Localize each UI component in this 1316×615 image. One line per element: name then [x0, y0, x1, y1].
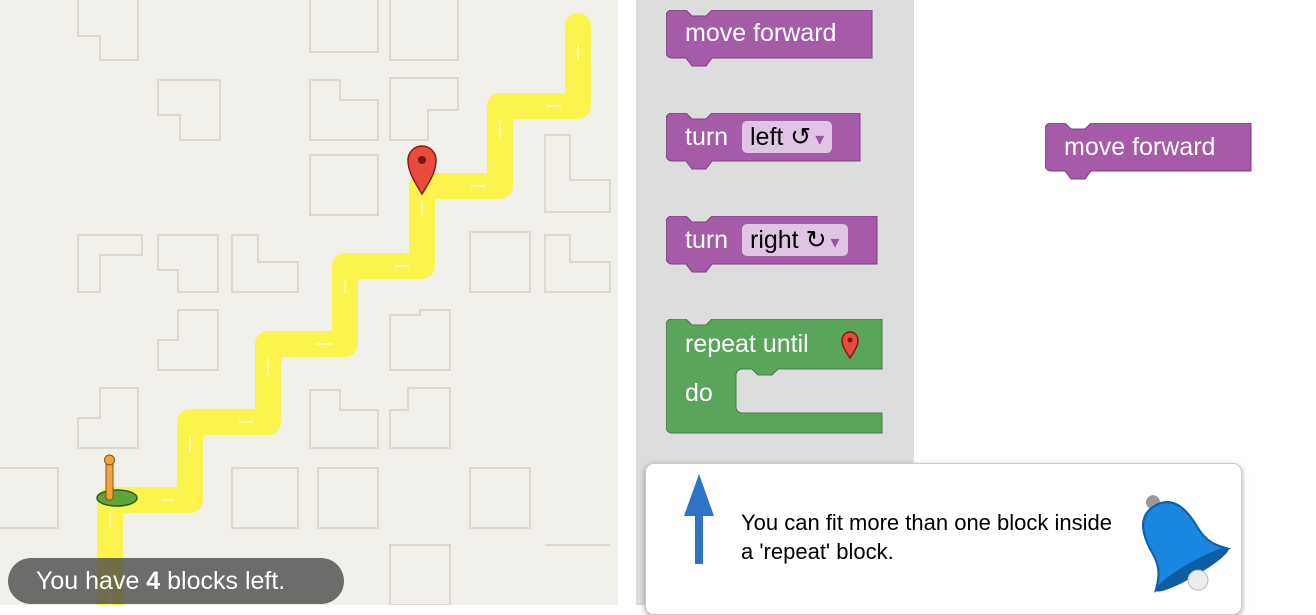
dropdown-value: left ↺	[750, 123, 812, 151]
background-tiles	[0, 0, 611, 605]
block-label: turn	[685, 123, 729, 151]
hint-text: You can fit more than one block inside a…	[741, 510, 1112, 564]
toolbox-repeat-until-block[interactable]: repeat until do	[666, 319, 884, 435]
counter-prefix: You have	[36, 567, 147, 595]
repeat-label: repeat until	[685, 330, 809, 358]
block-label: turn	[685, 226, 729, 254]
block-label: move forward	[1064, 133, 1216, 161]
block-label: move forward	[685, 19, 837, 47]
map-marker-icon	[841, 331, 859, 360]
up-arrow-icon	[684, 474, 714, 564]
maze-canvas: You have 4 blocks left.	[0, 0, 618, 605]
counter-number: 4	[146, 567, 161, 595]
counter-suffix: blocks left.	[160, 567, 286, 595]
hint-dialog: You can fit more than one block inside a…	[645, 463, 1242, 615]
maze-path	[97, 13, 591, 605]
turn-left-dropdown[interactable]: left ↺ ▾	[742, 121, 833, 153]
turn-right-dropdown[interactable]: right ↻ ▾	[742, 224, 848, 256]
maze-map	[0, 0, 611, 605]
blocks-left-counter: You have 4 blocks left.	[8, 558, 344, 604]
bell-icon	[1142, 495, 1231, 593]
toolbox-move-forward-block[interactable]: move forward	[666, 10, 874, 70]
do-label: do	[685, 379, 713, 407]
dropdown-arrow-icon: ▾	[830, 232, 840, 252]
dropdown-arrow-icon: ▾	[815, 129, 825, 149]
workspace-move-forward-block[interactable]: move forward	[1045, 123, 1253, 183]
panel-divider	[618, 0, 636, 605]
toolbox-turn-left-block[interactable]: turn left ↺ ▾	[666, 113, 862, 173]
start-flag-icon	[96, 454, 138, 507]
toolbox-turn-right-block[interactable]: turn right ↻ ▾	[666, 216, 879, 276]
dropdown-value: right ↻	[750, 226, 827, 254]
